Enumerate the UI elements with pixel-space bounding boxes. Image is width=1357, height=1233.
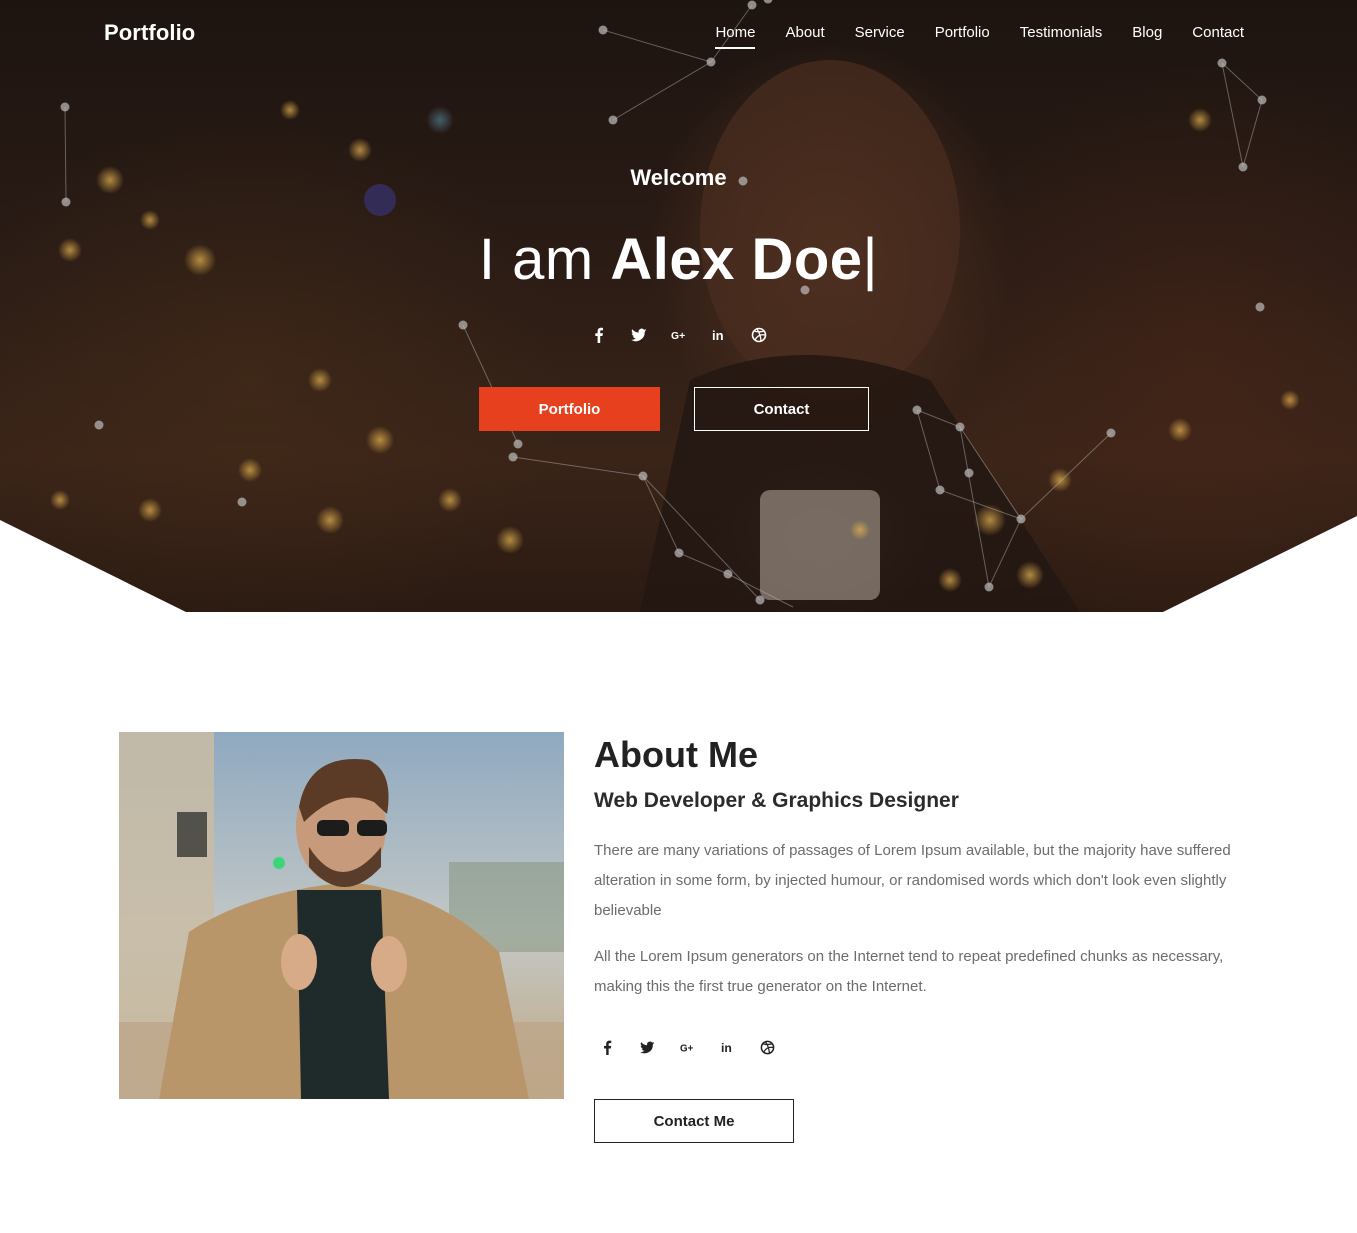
- svg-text:G+: G+: [680, 1043, 694, 1054]
- site-logo[interactable]: Portfolio: [104, 20, 195, 46]
- svg-text:in: in: [712, 328, 724, 343]
- dribbble-icon[interactable]: [756, 1036, 778, 1058]
- nav-item-contact[interactable]: Contact: [1192, 24, 1244, 47]
- hero-headline-prefix: I am: [478, 227, 611, 292]
- twitter-icon[interactable]: [628, 324, 650, 346]
- linkedin-icon[interactable]: in: [708, 324, 730, 346]
- facebook-icon[interactable]: [596, 1036, 618, 1058]
- nav-item-service[interactable]: Service: [855, 24, 905, 47]
- about-subtitle: Web Developer & Graphics Designer: [594, 789, 959, 812]
- hero-section: Portfolio Home About Service Portfolio T…: [0, 0, 1357, 612]
- dribbble-icon[interactable]: [748, 324, 770, 346]
- nav-item-blog[interactable]: Blog: [1132, 24, 1162, 47]
- contact-me-button[interactable]: Contact Me: [594, 1099, 794, 1143]
- facebook-icon[interactable]: [588, 324, 610, 346]
- svg-text:in: in: [720, 1041, 731, 1055]
- about-paragraph-1: There are many variations of passages of…: [594, 842, 1231, 919]
- google-plus-icon[interactable]: G+: [668, 324, 690, 346]
- hero-headline: I am Alex Doe|: [0, 226, 1357, 293]
- nav-item-testimonials[interactable]: Testimonials: [1020, 24, 1103, 47]
- svg-text:G+: G+: [671, 331, 685, 342]
- linkedin-icon[interactable]: in: [716, 1036, 738, 1058]
- about-social-links: G+ in: [596, 1036, 778, 1058]
- portfolio-button[interactable]: Portfolio: [479, 387, 660, 431]
- nav-item-home[interactable]: Home: [715, 24, 756, 49]
- typing-cursor: |: [862, 227, 879, 292]
- about-photo: [119, 732, 564, 1099]
- twitter-icon[interactable]: [636, 1036, 658, 1058]
- about-title: About Me: [594, 734, 758, 775]
- contact-button[interactable]: Contact: [694, 387, 869, 431]
- nav-item-about[interactable]: About: [785, 24, 824, 47]
- hero-background-image: [50, 0, 1300, 612]
- main-nav: Home About Service Portfolio Testimonial…: [685, 24, 1244, 49]
- google-plus-icon[interactable]: G+: [676, 1036, 698, 1058]
- hero-social-links: G+ in: [0, 324, 1357, 346]
- hero-welcome: Welcome: [630, 165, 727, 190]
- nav-item-portfolio[interactable]: Portfolio: [935, 24, 990, 47]
- about-photo-illustration: [119, 732, 564, 1099]
- about-paragraph-2: All the Lorem Ipsum generators on the In…: [594, 948, 1224, 995]
- hero-headline-name: Alex Doe: [610, 227, 863, 292]
